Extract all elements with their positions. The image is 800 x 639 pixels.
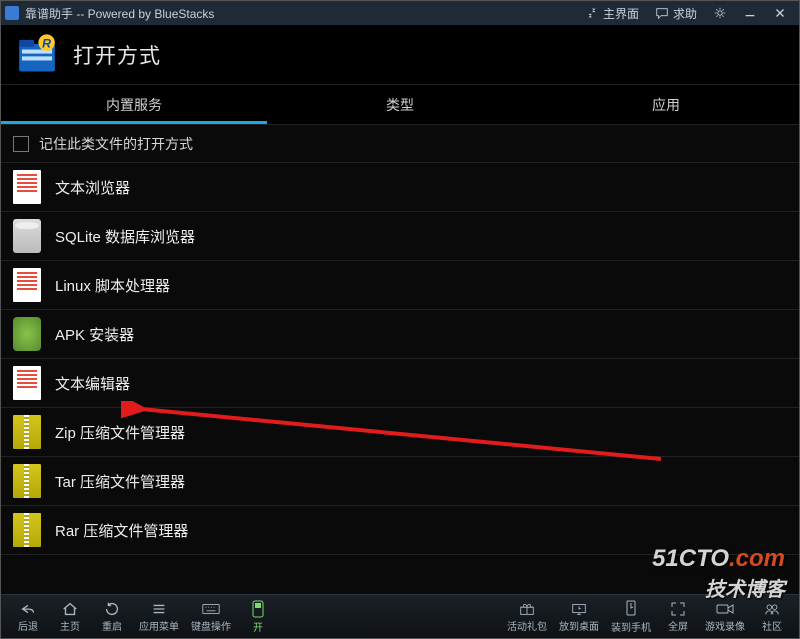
list-item-label: 文本浏览器 [55,177,130,198]
window-titlebar: 靠谱助手 -- Powered by BlueStacks 主界面 求助 [1,1,799,25]
restart-icon [103,601,121,617]
open-with-list: 文本浏览器 SQLite 数据库浏览器 Linux 脚本处理器 APK 安装器 … [1,163,799,555]
document-icon [13,366,41,400]
list-item-label: Rar 压缩文件管理器 [55,520,188,541]
apps-menu-button[interactable]: 应用菜单 [133,597,185,637]
record-button[interactable]: 游戏录像 [699,597,751,637]
bb-label: 装到手机 [611,619,651,634]
minimize-icon [743,6,757,20]
bb-label: 社区 [762,618,782,633]
gear-icon [713,6,727,20]
remember-row[interactable]: 记住此类文件的打开方式 [1,125,799,163]
document-icon [13,268,41,302]
phone-icon [623,600,639,618]
bb-label: 主页 [60,618,80,633]
toggle-on-icon [251,600,265,618]
desktop-icon [570,601,588,617]
bb-label: 活动礼包 [507,618,547,633]
gift-button[interactable]: 活动礼包 [501,597,553,637]
archive-icon [13,415,41,449]
android-icon [13,317,41,351]
help-label: 求助 [673,5,697,22]
list-item-text-viewer[interactable]: 文本浏览器 [1,163,799,212]
bottom-bar: 后退 主页 重启 应用菜单 键盘操作 开 活动礼包 放到桌面 装到手机 全屏 游… [1,594,799,638]
bb-label: 开 [253,619,263,634]
list-item-linux-script[interactable]: Linux 脚本处理器 [1,261,799,310]
settings-button[interactable] [705,1,735,25]
remember-checkbox[interactable] [13,136,29,152]
back-button[interactable]: 后退 [7,597,49,637]
to-desktop-button[interactable]: 放到桌面 [553,597,605,637]
remember-label: 记住此类文件的打开方式 [39,134,193,154]
bb-label: 应用菜单 [139,618,179,633]
window-title: 靠谱助手 -- Powered by BlueStacks [25,5,214,22]
page-title: 打开方式 [73,40,161,70]
page-header: R 打开方式 [1,25,799,85]
toggle-on-button[interactable]: 开 [237,597,279,637]
list-item-label: Linux 脚本处理器 [55,275,170,296]
close-icon [773,6,787,20]
help-button[interactable]: 求助 [647,1,705,25]
app-icon [5,6,19,20]
tab-label: 应用 [652,95,680,115]
main-screen-button[interactable]: 主界面 [577,1,647,25]
list-item-apk-installer[interactable]: APK 安装器 [1,310,799,359]
record-icon [715,601,735,617]
tab-app[interactable]: 应用 [533,85,799,124]
chat-icon [655,6,669,20]
document-icon [13,170,41,204]
tab-internal-services[interactable]: 内置服务 [1,85,267,124]
bb-label: 游戏录像 [705,618,745,633]
archive-icon [13,513,41,547]
list-item-label: 文本编辑器 [55,373,130,394]
back-icon [19,601,37,617]
keyboard-button[interactable]: 键盘操作 [185,597,237,637]
tab-type[interactable]: 类型 [267,85,533,124]
tabs-container: 内置服务 类型 应用 [1,85,799,125]
main-screen-label: 主界面 [603,5,639,22]
tab-label: 内置服务 [106,95,162,115]
list-item-label: APK 安装器 [55,324,134,345]
close-button[interactable] [765,1,795,25]
bb-label: 键盘操作 [191,618,231,633]
keyboard-icon [201,601,221,617]
list-item-rar[interactable]: Rar 压缩文件管理器 [1,506,799,555]
bb-label: 后退 [18,618,38,633]
to-phone-button[interactable]: 装到手机 [605,597,657,637]
list-item-sqlite[interactable]: SQLite 数据库浏览器 [1,212,799,261]
list-item-text-editor[interactable]: 文本编辑器 [1,359,799,408]
gift-icon [518,601,536,617]
database-icon [13,219,41,253]
fullscreen-icon [670,601,686,617]
bb-label: 重启 [102,618,122,633]
list-item-label: Zip 压缩文件管理器 [55,422,185,443]
list-item-tar[interactable]: Tar 压缩文件管理器 [1,457,799,506]
fullscreen-button[interactable]: 全屏 [657,597,699,637]
tab-label: 类型 [386,95,414,115]
swap-icon [585,6,599,20]
restart-button[interactable]: 重启 [91,597,133,637]
svg-text:R: R [42,36,51,50]
list-item-label: Tar 压缩文件管理器 [55,471,185,492]
menu-icon [150,601,168,617]
home-icon [61,601,79,617]
root-explorer-icon: R [15,33,59,77]
home-button[interactable]: 主页 [49,597,91,637]
archive-icon [13,464,41,498]
bb-label: 放到桌面 [559,618,599,633]
bb-label: 全屏 [668,618,688,633]
minimize-button[interactable] [735,1,765,25]
community-button[interactable]: 社区 [751,597,793,637]
community-icon [763,601,781,617]
list-item-zip[interactable]: Zip 压缩文件管理器 [1,408,799,457]
list-item-label: SQLite 数据库浏览器 [55,226,195,247]
